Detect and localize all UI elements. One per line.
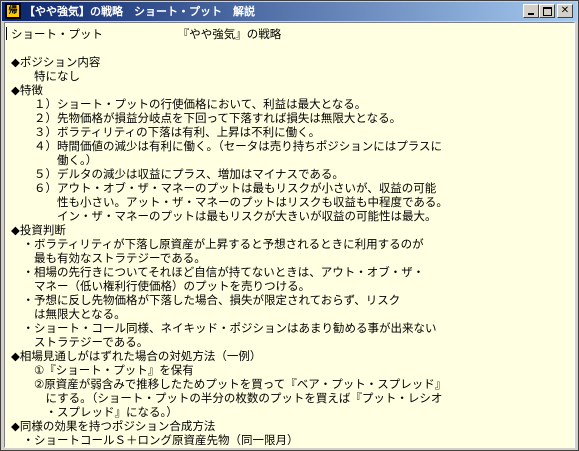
text-line: 性も小さい。アット・ザ・マネーのプットはリスクも収益も中程度である。 (11, 195, 448, 209)
text-line: ◆投資判断 (11, 223, 66, 237)
text-line: ・スプレッド』になる。） (11, 405, 178, 419)
text-line: は無限大となる。 (11, 307, 126, 321)
text-line: イン・ザ・マネーのプットは最もリスクが大きいが収益の可能性は最大。 (11, 209, 437, 223)
text-line: ◆相場見通しがはずれた場合の対処方法（一例） (11, 349, 262, 363)
minimize-icon (528, 13, 534, 15)
app-icon-glyph: 帰 (7, 5, 19, 17)
text-line: にする。（ショート・プットの半分の枚数のプットを買えば『プット・レシオ (11, 391, 443, 405)
text-view[interactable]: ショート・プット 『やや強気』の戦略 ◆ポジション内容 特になし ◆特徴 １）ショー… (4, 22, 575, 448)
text-line: ３）ボラティリティの下落は有利、上昇は不利に働く。 (11, 125, 321, 139)
text-line: ショート・プット 『やや強気』の戦略 (11, 27, 282, 41)
maximize-button[interactable] (539, 4, 555, 18)
app-icon[interactable]: 帰 (5, 3, 21, 19)
close-icon: ✕ (560, 5, 570, 16)
text-line: 特になし (11, 69, 80, 83)
text-line: ・ボラティリティが下落し原資産が上昇すると予想されるときに利用するのが (11, 237, 424, 251)
title-bar[interactable]: 帰 【やや強気】の戦略 ショート・プット 解説 ✕ (2, 2, 577, 21)
text-line: ・ショート・コール同様、ネイキッド・ポジションはあまり勧める事が出来ない (11, 321, 437, 335)
text-line: 働く。） (11, 153, 98, 167)
text-line: ストラテジーである。 (11, 335, 149, 349)
text-line: 最も有効なストラテジーである。 (11, 251, 206, 265)
text-line: ◆特徴 (11, 83, 43, 97)
text-line: ①『ショート・プット』を保有 (11, 363, 194, 377)
text-line: ４）時間価値の減少は有利に働く。（セータは売り持ちポジションにはプラスに (11, 139, 443, 153)
maximize-icon (543, 7, 552, 16)
text-line: ２）先物価格が損益分岐点を下回って下落すれば損失は無限大となる。 (11, 111, 402, 125)
text-line: ②原資産が弱含みで推移したためプットを買って『ベア・プット・スプレッド』 (11, 377, 447, 391)
text-line: ・相場の先行きについてそれほど自信が持てないときは、アウト・オブ・ザ・ (11, 265, 425, 279)
text-caret (6, 27, 7, 40)
minimize-button[interactable] (523, 4, 539, 18)
text-line: ・ショートコールＳ＋ロング原資産先物（同一限月） (11, 433, 299, 445)
text-line: ５）デルタの減少は収益にプラス、増加はマイナスである。 (11, 167, 344, 181)
window-title: 【やや強気】の戦略 ショート・プット 解説 (24, 5, 255, 18)
close-button[interactable]: ✕ (557, 4, 573, 18)
text-line: ６）アウト・オブ・ザ・マネーのプットは最もリスクが小さいが、収益の可能 (11, 181, 437, 195)
explanation-text: ショート・プット 『やや強気』の戦略 ◆ポジション内容 特になし ◆特徴 １）ショー… (11, 27, 571, 445)
app-window: 帰 【やや強気】の戦略 ショート・プット 解説 ✕ ショート・プット 『やや強気… (0, 0, 579, 451)
text-line: ◆ポジション内容 (11, 55, 101, 69)
text-line: ・予想に反し先物価格が下落した場合、損失が限定されておらず、リスク (11, 293, 401, 307)
text-line: ◆同様の効果を持つポジション合成方法 (11, 419, 216, 433)
text-line: マネー（低い権利行使価格）のプットを売りつける。 (11, 279, 311, 293)
text-line: １）ショート・プットの行使価格において、利益は最大となる。 (11, 97, 367, 111)
